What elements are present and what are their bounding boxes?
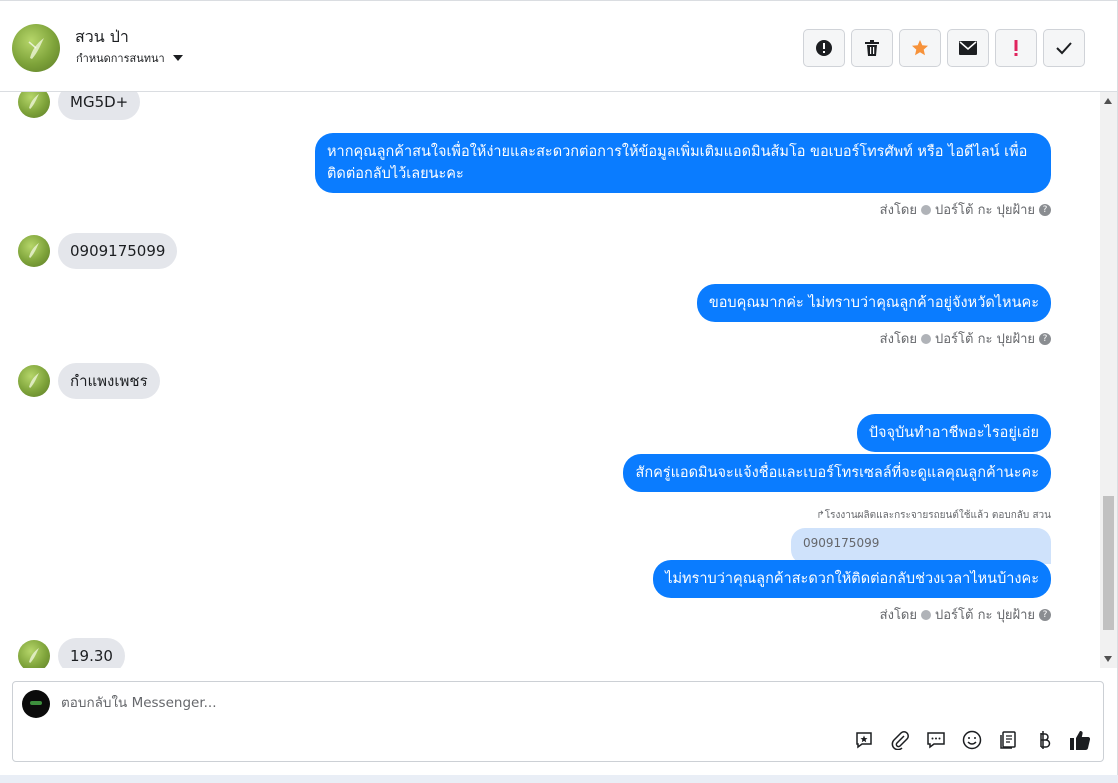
chat-button[interactable] xyxy=(925,729,947,751)
like-button[interactable] xyxy=(1069,729,1091,751)
sent-by-agent: ปอร์โต้ กะ ปุยฝ้าย xyxy=(935,332,1035,347)
message-bubble-outgoing[interactable]: ปัจจุบันทำอาชีพอะไรอยู่เอ่ย xyxy=(856,414,1051,452)
scroll-up-arrow-icon[interactable] xyxy=(1104,98,1112,104)
message-bubble-outgoing[interactable]: หากคุณลูกค้าสนใจเพื่อให้ง่ายและสะดวกต่อก… xyxy=(315,133,1051,193)
sent-by-prefix: ส่งโดย xyxy=(879,332,917,347)
sent-by-agent: ปอร์โต้ กะ ปุยฝ้าย xyxy=(935,608,1035,623)
reply-input[interactable] xyxy=(61,695,761,711)
assign-label: กำหนดการสนทนา xyxy=(76,52,165,65)
message-bubble[interactable]: 0909175099 xyxy=(58,233,178,269)
baht-icon xyxy=(1040,731,1051,749)
delete-button[interactable] xyxy=(851,29,893,67)
message-bubble[interactable]: 19.30 xyxy=(58,638,125,668)
follow-up-button[interactable] xyxy=(995,29,1037,67)
emoji-icon xyxy=(962,730,982,750)
mark-spam-button[interactable] xyxy=(803,29,845,67)
chat-bubble-icon xyxy=(927,732,945,749)
contact-avatar[interactable] xyxy=(12,24,60,72)
page-avatar xyxy=(22,690,50,718)
assign-conversation-dropdown[interactable]: กำหนดการสนทนา xyxy=(76,49,183,67)
conversation-header: สวน ป่า กำหนดการสนทนา xyxy=(0,0,1117,92)
quoted-message[interactable]: 0909175099 xyxy=(791,528,1051,564)
message-incoming: 0909175099 xyxy=(18,233,178,269)
exclamation-icon xyxy=(1014,40,1018,56)
emoji-button[interactable] xyxy=(961,729,983,751)
message-bubble[interactable]: MG5D+ xyxy=(58,92,141,120)
sent-by-info: ส่งโดย ปอร์โต้ กะ ปุยฝ้าย ? xyxy=(880,199,1051,220)
star-icon xyxy=(912,40,928,56)
paperclip-icon xyxy=(891,731,909,750)
inbox-conversation-window: สวน ป่า กำหนดการสนทนา MG5D+ หากคุณลูกค้า… xyxy=(0,0,1118,775)
header-actions xyxy=(803,29,1085,67)
message-bubble-outgoing[interactable]: ขอบคุณมากค่ะ ไม่ทราบว่าคุณลูกค้าอยู่จังห… xyxy=(696,284,1051,322)
contact-avatar-small xyxy=(18,92,50,118)
verified-icon xyxy=(921,204,931,215)
message-bubble-outgoing[interactable]: ไม่ทราบว่าคุณลูกค้าสะดวกให้ติดต่อกลับช่ว… xyxy=(653,560,1051,598)
message-bubble-outgoing[interactable]: สักครู่แอดมินจะแจ้งชื่อและเบอร์โทรเซลล์ท… xyxy=(623,454,1051,492)
payment-button[interactable] xyxy=(1033,729,1055,751)
check-icon xyxy=(1056,42,1072,55)
attach-button[interactable] xyxy=(889,729,911,751)
alert-circle-icon xyxy=(816,40,832,56)
message-thread: MG5D+ หากคุณลูกค้าสนใจเพื่อให้ง่ายและสะด… xyxy=(0,92,1100,668)
catalog-icon xyxy=(1000,731,1016,749)
message-incoming: 19.30 xyxy=(18,638,125,668)
contact-avatar-small xyxy=(18,640,50,668)
trash-icon xyxy=(865,40,879,56)
verified-icon xyxy=(921,333,931,344)
help-icon[interactable]: ? xyxy=(1039,203,1051,216)
contact-avatar-small xyxy=(18,235,50,267)
saved-reply-icon xyxy=(856,732,872,749)
mark-unread-button[interactable] xyxy=(947,29,989,67)
thumbs-up-icon xyxy=(1070,731,1091,750)
message-incoming: กำแพงเพชร xyxy=(18,363,160,399)
mark-done-button[interactable] xyxy=(1043,29,1085,67)
scrollbar-thumb[interactable] xyxy=(1103,496,1114,630)
star-button[interactable] xyxy=(899,29,941,67)
contact-name[interactable]: สวน ป่า xyxy=(75,25,129,50)
reply-composer xyxy=(12,681,1104,762)
verified-icon xyxy=(921,609,931,620)
sent-by-agent: ปอร์โต้ กะ ปุยฝ้าย xyxy=(935,203,1035,218)
sent-by-prefix: ส่งโดย xyxy=(879,203,917,218)
envelope-icon xyxy=(959,41,977,55)
sent-by-prefix: ส่งโดย xyxy=(879,608,917,623)
help-icon[interactable]: ? xyxy=(1039,332,1051,345)
message-incoming: MG5D+ xyxy=(18,92,141,120)
message-bubble[interactable]: กำแพงเพชร xyxy=(58,363,160,399)
help-icon[interactable]: ? xyxy=(1039,608,1051,621)
sent-by-info: ส่งโดย ปอร์โต้ กะ ปุยฝ้าย ? xyxy=(880,604,1051,625)
sent-by-info: ส่งโดย ปอร์โต้ กะ ปุยฝ้าย ? xyxy=(880,328,1051,349)
saved-reply-button[interactable] xyxy=(853,729,875,751)
scroll-down-arrow-icon[interactable] xyxy=(1104,656,1112,662)
composer-tools xyxy=(853,729,1091,751)
catalog-button[interactable] xyxy=(997,729,1019,751)
contact-avatar-small xyxy=(18,365,50,397)
caret-down-icon xyxy=(172,55,183,61)
reply-context-note: ↱โรงงานผลิตและกระจายรถยนต์ใช้แล้ว ตอบกลั… xyxy=(816,510,1051,521)
thread-scrollbar[interactable] xyxy=(1100,92,1117,668)
